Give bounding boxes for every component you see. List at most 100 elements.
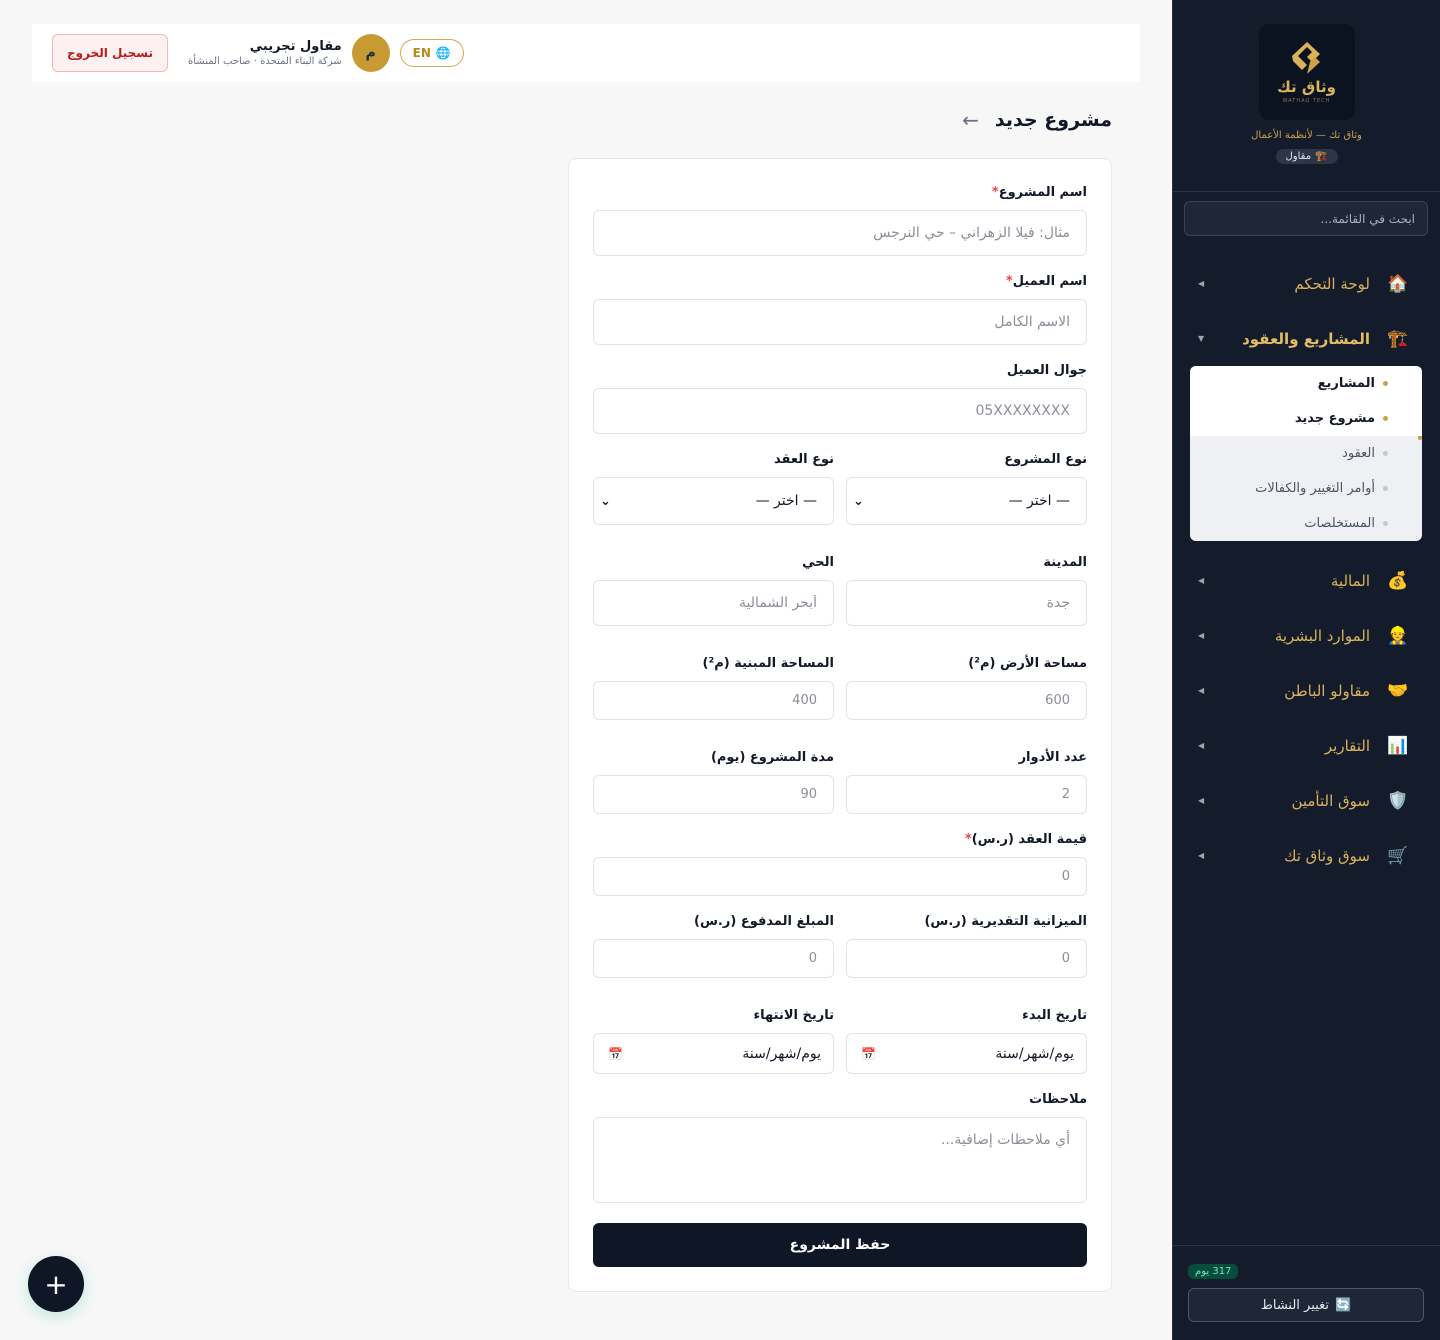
- arrow-left-icon[interactable]: ←: [962, 108, 979, 132]
- notes-label: ملاحظات: [1029, 1092, 1087, 1107]
- duration-input[interactable]: [593, 775, 834, 814]
- sidebar-footer: 317 يوم 🔄 تغيير النشاط: [1172, 1245, 1440, 1340]
- brand-tagline: وثاق تك — لأنظمة الأعمال: [1251, 130, 1362, 141]
- land-area-label: مساحة الأرض (م²): [968, 656, 1087, 671]
- worker-icon: 👷: [1387, 625, 1409, 646]
- est-budget-label: الميزانية التقديرية (ر.س): [924, 914, 1087, 929]
- language-toggle-button[interactable]: EN 🌐: [399, 39, 464, 67]
- project-type-select[interactable]: — اختر — ⌄: [846, 477, 1087, 525]
- sidebar-item-label: المالية: [1330, 571, 1370, 590]
- caret-left-icon: ◀: [1198, 686, 1205, 695]
- start-date-value: يوم/شهر/سنة: [995, 1045, 1074, 1062]
- district-input[interactable]: [593, 580, 834, 626]
- globe-icon: 🌐: [435, 46, 451, 60]
- brand-subname: WATHAQ TECH: [1282, 98, 1331, 104]
- duration-label: مدة المشروع (يوم): [710, 750, 834, 765]
- page-title: مشروع جديد: [994, 109, 1112, 131]
- submenu-item-contracts[interactable]: العقود: [1190, 436, 1422, 471]
- contract-type-label: نوع العقد: [774, 452, 834, 467]
- land-area-input[interactable]: [846, 681, 1087, 720]
- caret-left-icon: ◀: [1198, 576, 1205, 585]
- user-company: شركة البناء المتحدة · صاحب المنشأة: [188, 56, 342, 67]
- calendar-icon[interactable]: 📅: [861, 1047, 876, 1061]
- submenu-item-change-orders[interactable]: أوامر التغيير والكفالات: [1190, 471, 1422, 506]
- sidebar-item-finance[interactable]: 💰 المالية ◀: [1172, 553, 1440, 608]
- switch-activity-button[interactable]: 🔄 تغيير النشاط: [1188, 1288, 1424, 1322]
- submenu-item-projects[interactable]: المشاريع: [1190, 366, 1422, 401]
- contract-value-label: قيمة العقد (ر.س)*: [964, 832, 1087, 847]
- project-name-input[interactable]: [593, 210, 1087, 256]
- sidebar-item-hr[interactable]: 👷 الموارد البشرية ◀: [1172, 608, 1440, 663]
- paid-amount-input[interactable]: [593, 939, 834, 978]
- sidebar-item-reports[interactable]: 📊 التقارير ◀: [1172, 718, 1440, 773]
- bar-chart-icon: 📊: [1387, 735, 1409, 756]
- floors-input[interactable]: [846, 775, 1087, 814]
- user-info: مقاول تجريبي شركة البناء المتحدة · صاحب …: [188, 39, 342, 67]
- caret-left-icon: ◀: [1198, 279, 1205, 288]
- crane-icon: 🏗️: [1315, 151, 1328, 162]
- avatar[interactable]: م: [351, 34, 390, 72]
- shield-icon: 🛡️: [1387, 790, 1409, 811]
- sidebar-item-label: سوق التأمين: [1291, 791, 1370, 810]
- chevron-down-icon: ⌄: [853, 493, 864, 509]
- money-bag-icon: 💰: [1387, 570, 1409, 591]
- sidebar-nav: 🏠 لوحة التحكم ◀ 🏗️ المشاريع والعقود ▼ ال…: [1172, 256, 1440, 883]
- home-icon: 🏠: [1387, 273, 1409, 294]
- lang-label: EN: [412, 46, 431, 60]
- end-date-value: يوم/شهر/سنة: [742, 1045, 821, 1062]
- sidebar-item-label: مقاولو الباطن: [1284, 681, 1370, 700]
- city-input[interactable]: [846, 580, 1087, 626]
- notes-textarea[interactable]: [593, 1117, 1087, 1203]
- caret-left-icon: ◀: [1198, 851, 1205, 860]
- project-name-label: اسم المشروع*: [991, 185, 1087, 200]
- est-budget-input[interactable]: [846, 939, 1087, 978]
- save-project-button[interactable]: حفظ المشروع: [593, 1223, 1087, 1267]
- start-date-input[interactable]: يوم/شهر/سنة 📅: [846, 1033, 1087, 1074]
- page-header: مشروع جديد ←: [962, 108, 1112, 132]
- top-bar: تسجيل الخروج مقاول تجريبي شركة البناء ال…: [32, 24, 1140, 82]
- refresh-icon: 🔄: [1334, 1297, 1352, 1313]
- project-type-value: — اختر —: [1008, 493, 1070, 509]
- logo-mark-icon: [1291, 42, 1320, 74]
- new-project-form: اسم المشروع* اسم العميل* جوال العميل نوع…: [568, 158, 1112, 1292]
- built-area-input[interactable]: [593, 681, 834, 720]
- sidebar-item-label: التقارير: [1324, 736, 1370, 755]
- crane-icon: 🏗️: [1387, 328, 1409, 349]
- client-name-label: اسم العميل*: [1005, 274, 1087, 289]
- start-date-label: تاريخ البدء: [1022, 1008, 1087, 1023]
- caret-left-icon: ◀: [1198, 741, 1205, 750]
- sidebar-item-projects-contracts[interactable]: 🏗️ المشاريع والعقود ▼: [1172, 311, 1440, 366]
- paid-amount-label: المبلغ المدفوع (ر.س): [694, 914, 834, 929]
- built-area-label: المساحة المبنية (م²): [702, 656, 834, 671]
- end-date-input[interactable]: يوم/شهر/سنة 📅: [593, 1033, 834, 1074]
- brand-area: وثاق تك WATHAQ TECH وثاق تك — لأنظمة الأ…: [1173, 0, 1440, 192]
- contract-type-value: — اختر —: [755, 493, 817, 509]
- sidebar-item-dashboard[interactable]: 🏠 لوحة التحكم ◀: [1172, 256, 1440, 311]
- logout-button[interactable]: تسجيل الخروج: [52, 34, 168, 72]
- sidebar-item-label: سوق وثاق تك: [1284, 846, 1370, 865]
- caret-left-icon: ◀: [1198, 631, 1205, 640]
- sidebar-item-wathaq-market[interactable]: 🛒 سوق وثاق تك ◀: [1172, 828, 1440, 883]
- caret-left-icon: ◀: [1198, 796, 1205, 805]
- sidebar-item-subcontractors[interactable]: 🤝 مقاولو الباطن ◀: [1172, 663, 1440, 718]
- client-mobile-input[interactable]: [593, 388, 1087, 434]
- contract-value-input[interactable]: [593, 857, 1087, 896]
- floors-label: عدد الأدوار: [1018, 750, 1087, 765]
- contract-type-select[interactable]: — اختر — ⌄: [593, 477, 834, 525]
- project-type-label: نوع المشروع: [1004, 452, 1087, 467]
- sidebar: وثاق تك WATHAQ TECH وثاق تك — لأنظمة الأ…: [1172, 0, 1440, 1340]
- submenu-item-new-project[interactable]: مشروع جديد: [1190, 401, 1422, 436]
- chevron-down-icon: ⌄: [600, 493, 611, 509]
- client-name-input[interactable]: [593, 299, 1087, 345]
- add-fab-button[interactable]: +: [28, 1256, 84, 1312]
- handshake-icon: 🤝: [1387, 680, 1409, 701]
- calendar-icon[interactable]: 📅: [608, 1047, 623, 1061]
- sidebar-item-label: المشاريع والعقود: [1242, 329, 1370, 348]
- sidebar-item-label: الموارد البشرية: [1274, 626, 1370, 645]
- projects-submenu: المشاريع مشروع جديد العقود أوامر التغيير…: [1190, 366, 1422, 541]
- sidebar-item-insurance-market[interactable]: 🛡️ سوق التأمين ◀: [1172, 773, 1440, 828]
- user-name: مقاول تجريبي: [249, 39, 342, 54]
- submenu-item-invoices[interactable]: المستخلصات: [1190, 506, 1422, 541]
- sidebar-search-input[interactable]: [1184, 201, 1428, 236]
- days-remaining-badge: 317 يوم: [1188, 1264, 1239, 1279]
